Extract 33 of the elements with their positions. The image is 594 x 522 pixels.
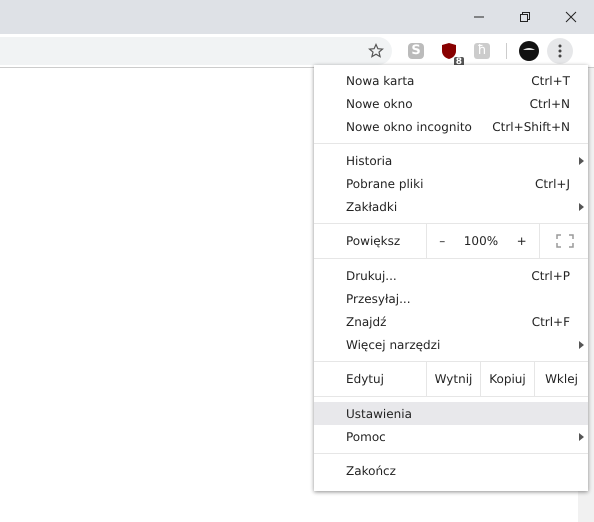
menu-item[interactable]: Przesyłaj... (314, 287, 588, 310)
close-icon[interactable] (565, 11, 577, 23)
menu-item[interactable]: Ustawienia (314, 402, 588, 425)
menu-item[interactable]: Zakładki (314, 195, 588, 218)
avatar-icon[interactable] (519, 40, 539, 60)
menu-item[interactable]: Pobrane pliki Ctrl+J (314, 172, 588, 195)
menu-icon (558, 44, 562, 58)
shield-icon[interactable] (441, 42, 457, 60)
menu-item[interactable]: Znajdź Ctrl+F (314, 310, 588, 333)
zoom-out-button[interactable]: – (433, 234, 452, 248)
submenu-arrow-icon (579, 202, 584, 210)
submenu-arrow-icon (579, 340, 584, 348)
restore-icon[interactable] (519, 11, 531, 23)
edit-button[interactable]: Kopiuj (480, 362, 534, 396)
submenu-arrow-icon (579, 156, 584, 164)
submenu-arrow-icon (579, 432, 584, 440)
zoom-label: Powiększ (345, 233, 402, 250)
edit-button[interactable]: Wytnij (426, 362, 480, 396)
menu-item[interactable]: Więcej narzędzi (314, 333, 588, 356)
menu-item[interactable]: Drukuj... Ctrl+P (314, 264, 588, 287)
zoom-value: 100% (464, 234, 498, 248)
edit-button[interactable]: Wklej (534, 362, 588, 396)
zoom-in-button[interactable]: + (510, 234, 533, 248)
menu-item[interactable]: Historia (314, 149, 588, 172)
star-icon[interactable] (368, 42, 384, 58)
menu-item[interactable]: Pomoc (314, 425, 588, 448)
fullscreen-icon (556, 234, 574, 248)
menu-item[interactable]: Zakończ (314, 459, 588, 482)
menu-button[interactable] (547, 38, 573, 64)
menu-item[interactable]: Nowe okno Ctrl+N (314, 92, 588, 115)
menu-item[interactable]: Nowa karta Ctrl+T (314, 69, 588, 92)
edit-label: Edytuj (345, 371, 385, 388)
menu-item[interactable]: Nowe okno incognito Ctrl+Shift+N (314, 115, 588, 138)
